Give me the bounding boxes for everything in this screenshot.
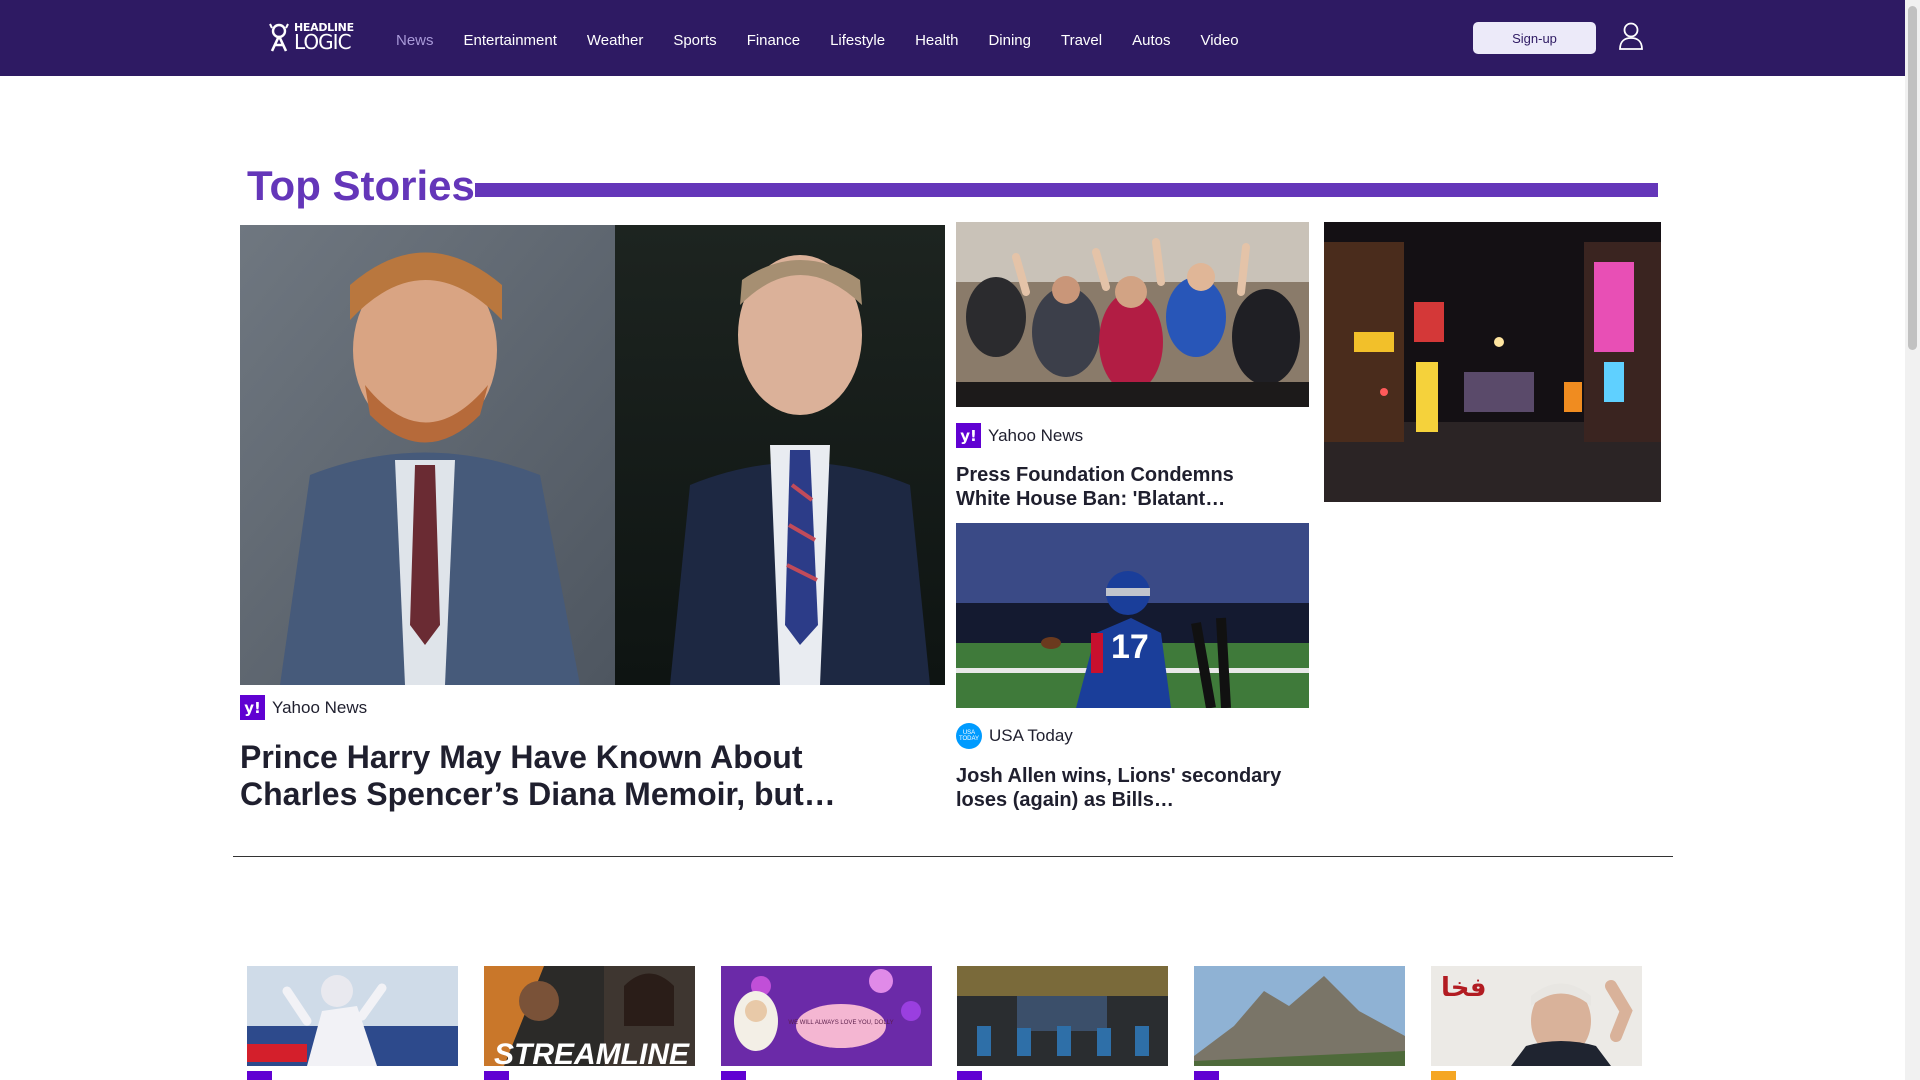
section-divider xyxy=(233,856,1673,857)
source-badge-thumb-6 xyxy=(1431,1071,1456,1080)
nav-item-lifestyle[interactable]: Lifestyle xyxy=(830,32,885,49)
yahoo-badge-thumb-3 xyxy=(721,1071,746,1080)
thumb-snowboarder[interactable] xyxy=(247,966,458,1066)
thumb-streamline[interactable]: STREAMLINE xyxy=(484,966,695,1066)
section-title-bar xyxy=(475,183,1658,197)
usa-today-logo: USA TODAY xyxy=(956,723,982,749)
scrollbar-thumb[interactable] xyxy=(1908,6,1917,350)
nav-item-autos[interactable]: Autos xyxy=(1132,32,1170,49)
yahoo-badge-thumb-4 xyxy=(957,1071,982,1080)
third-story-headline[interactable]: Josh Allen wins, Lions' secondary loses … xyxy=(956,764,1301,812)
nav-item-entertainment[interactable]: Entertainment xyxy=(464,32,557,49)
nav-item-weather[interactable]: Weather xyxy=(587,32,643,49)
main-story-image[interactable] xyxy=(240,225,945,685)
nav-item-finance[interactable]: Finance xyxy=(747,32,800,49)
nav-item-health[interactable]: Health xyxy=(915,32,958,49)
story-image-football[interactable]: 17 xyxy=(956,523,1309,708)
top-nav-bar: HEADLINE LOGIC News Entertainment Weathe… xyxy=(0,0,1905,76)
second-story-source-name: Yahoo News xyxy=(988,425,1084,445)
yahoo-badge-thumb-2 xyxy=(484,1071,509,1080)
yahoo-badge-thumb-1 xyxy=(247,1071,272,1080)
main-story-source: y! Yahoo News xyxy=(240,695,367,720)
nav-item-news[interactable]: News xyxy=(396,32,434,49)
third-story-source: USA TODAY USA Today xyxy=(956,723,1073,749)
thumb-debate-stage[interactable] xyxy=(957,966,1168,1066)
nav-item-video[interactable]: Video xyxy=(1200,32,1238,49)
thumb-dolly-mural[interactable]: WE WILL ALWAYS LOVE YOU, DOLLY xyxy=(721,966,932,1066)
svg-text:17: 17 xyxy=(1111,628,1149,666)
thumb-speaker[interactable]: فخا xyxy=(1431,966,1642,1066)
main-nav: News Entertainment Weather Sports Financ… xyxy=(396,0,1269,80)
second-story-headline[interactable]: Press Foundation Condemns White House Ba… xyxy=(956,463,1276,511)
nav-item-dining[interactable]: Dining xyxy=(988,32,1031,49)
second-story-source: y! Yahoo News xyxy=(956,423,1083,448)
story-image-night-street[interactable] xyxy=(1324,222,1661,502)
logo-text: HEADLINE LOGIC xyxy=(294,22,354,52)
page-scrollbar[interactable] xyxy=(1905,0,1920,1080)
yahoo-news-logo: y! xyxy=(956,423,981,448)
third-story-source-name: USA Today xyxy=(989,726,1073,745)
arabic-sign-text: فخا xyxy=(1441,973,1487,1003)
signup-button[interactable]: Sign-up xyxy=(1473,22,1596,54)
section-title: Top Stories xyxy=(247,162,475,209)
logo-mark-icon xyxy=(269,23,289,52)
main-story-headline[interactable]: Prince Harry May Have Known About Charle… xyxy=(240,739,880,815)
yahoo-badge-thumb-5 xyxy=(1194,1071,1219,1080)
user-icon[interactable] xyxy=(1618,22,1644,50)
logo-line2: LOGIC xyxy=(294,30,352,54)
streamline-logo-text: STREAMLINE xyxy=(494,1038,690,1066)
yahoo-news-logo: y! xyxy=(240,695,265,720)
story-image-press-room[interactable] xyxy=(956,222,1309,407)
thumb-mountain[interactable] xyxy=(1194,966,1405,1066)
nav-item-sports[interactable]: Sports xyxy=(673,32,716,49)
dolly-mural-text: WE WILL ALWAYS LOVE YOU, DOLLY xyxy=(788,1020,893,1026)
main-story-source-name: Yahoo News xyxy=(272,697,368,717)
headline-logic-logo[interactable]: HEADLINE LOGIC xyxy=(268,20,354,54)
nav-item-travel[interactable]: Travel xyxy=(1061,32,1102,49)
